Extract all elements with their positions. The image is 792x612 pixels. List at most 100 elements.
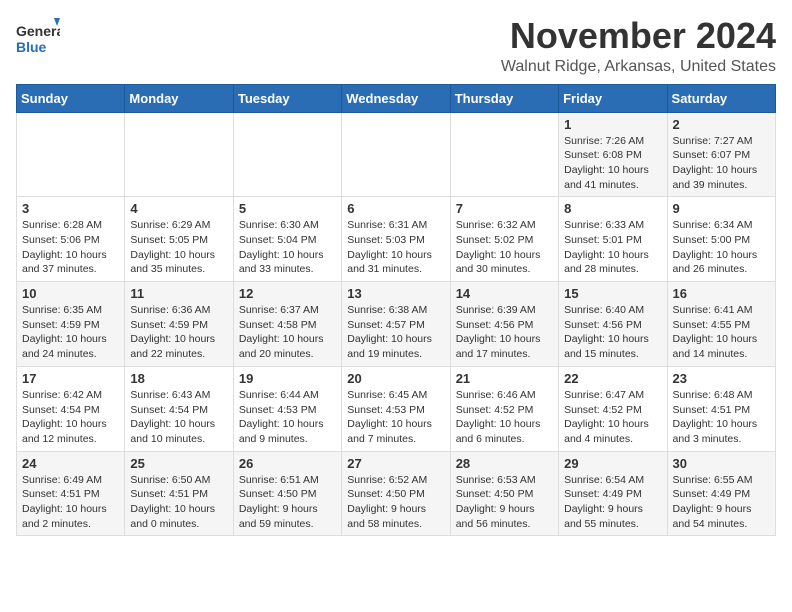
day-number: 23 [673,371,770,386]
day-number: 16 [673,286,770,301]
weekday-header-sunday: Sunday [17,84,125,112]
day-info: Sunrise: 6:54 AM Sunset: 4:49 PM Dayligh… [564,473,661,532]
day-number: 10 [22,286,119,301]
day-cell: 12Sunrise: 6:37 AM Sunset: 4:58 PM Dayli… [233,282,341,367]
day-number: 4 [130,201,227,216]
day-cell: 10 Sunrise: 6:35 AM Sunset: 4:59 PM Dayli… [17,282,125,367]
day-number: 11 [130,286,227,301]
day-number: 22 [564,371,661,386]
day-number: 17 [22,371,119,386]
day-cell: 8Sunrise: 6:33 AM Sunset: 5:01 PM Daylig… [559,197,667,282]
day-number: 15 [564,286,661,301]
day-info: Sunrise: 6:44 AM Sunset: 4:53 PM Dayligh… [239,388,336,447]
day-cell: 17 Sunrise: 6:42 AM Sunset: 4:54 PM Dayli… [17,366,125,451]
day-number: 9 [673,201,770,216]
weekday-header-monday: Monday [125,84,233,112]
weekday-header-tuesday: Tuesday [233,84,341,112]
calendar-table: SundayMondayTuesdayWednesdayThursdayFrid… [16,84,776,537]
day-cell: 4 Sunrise: 6:29 AM Sunset: 5:05 PM Daylig… [125,197,233,282]
day-info: Sunrise: 6:46 AM Sunset: 4:52 PM Dayligh… [456,388,553,447]
day-info: Sunrise: 6:40 AM Sunset: 4:56 PM Dayligh… [564,303,661,362]
day-cell: 15 Sunrise: 6:40 AM Sunset: 4:56 PM Dayli… [559,282,667,367]
logo: General Blue [16,16,60,60]
day-cell: 28 Sunrise: 6:53 AM Sunset: 4:50 PM Dayli… [450,451,558,536]
weekday-header-row: SundayMondayTuesdayWednesdayThursdayFrid… [17,84,776,112]
day-number: 21 [456,371,553,386]
day-cell: 11Sunrise: 6:36 AM Sunset: 4:59 PM Dayli… [125,282,233,367]
day-number: 28 [456,456,553,471]
month-title: November 2024 [501,16,776,56]
day-cell: 5Sunrise: 6:30 AM Sunset: 5:04 PM Daylig… [233,197,341,282]
day-cell [17,112,125,197]
day-info: Sunrise: 6:38 AM Sunset: 4:57 PM Dayligh… [347,303,444,362]
day-info: Sunrise: 6:51 AM Sunset: 4:50 PM Dayligh… [239,473,336,532]
week-row-2: 3 Sunrise: 6:28 AM Sunset: 5:06 PM Daylig… [17,197,776,282]
day-number: 1 [564,117,661,132]
day-info: Sunrise: 6:31 AM Sunset: 5:03 PM Dayligh… [347,218,444,277]
day-cell: 18 Sunrise: 6:43 AM Sunset: 4:54 PM Dayli… [125,366,233,451]
day-cell: 20 Sunrise: 6:45 AM Sunset: 4:53 PM Dayli… [342,366,450,451]
day-info: Sunrise: 6:49 AM Sunset: 4:51 PM Dayligh… [22,473,119,532]
day-info: Sunrise: 7:26 AM Sunset: 6:08 PM Dayligh… [564,134,661,193]
day-cell: 3 Sunrise: 6:28 AM Sunset: 5:06 PM Daylig… [17,197,125,282]
day-cell: 21 Sunrise: 6:46 AM Sunset: 4:52 PM Dayli… [450,366,558,451]
day-cell: 24 Sunrise: 6:49 AM Sunset: 4:51 PM Dayli… [17,451,125,536]
day-info: Sunrise: 6:45 AM Sunset: 4:53 PM Dayligh… [347,388,444,447]
day-number: 20 [347,371,444,386]
day-number: 24 [22,456,119,471]
day-info: Sunrise: 6:29 AM Sunset: 5:05 PM Dayligh… [130,218,227,277]
day-info: Sunrise: 6:30 AM Sunset: 5:04 PM Dayligh… [239,218,336,277]
day-info: Sunrise: 6:42 AM Sunset: 4:54 PM Dayligh… [22,388,119,447]
day-info: Sunrise: 6:34 AM Sunset: 5:00 PM Dayligh… [673,218,770,277]
week-row-5: 24 Sunrise: 6:49 AM Sunset: 4:51 PM Dayli… [17,451,776,536]
svg-text:General: General [16,23,60,39]
day-info: Sunrise: 6:35 AM Sunset: 4:59 PM Dayligh… [22,303,119,362]
title-block: November 2024 Walnut Ridge, Arkansas, Un… [501,16,776,76]
day-number: 26 [239,456,336,471]
day-number: 27 [347,456,444,471]
day-cell: 6 Sunrise: 6:31 AM Sunset: 5:03 PM Daylig… [342,197,450,282]
day-cell: 16 Sunrise: 6:41 AM Sunset: 4:55 PM Dayli… [667,282,775,367]
day-cell [342,112,450,197]
day-cell: 22 Sunrise: 6:47 AM Sunset: 4:52 PM Dayli… [559,366,667,451]
day-cell: 9 Sunrise: 6:34 AM Sunset: 5:00 PM Daylig… [667,197,775,282]
weekday-header-saturday: Saturday [667,84,775,112]
day-info: Sunrise: 6:33 AM Sunset: 5:01 PM Dayligh… [564,218,661,277]
day-info: Sunrise: 6:37 AM Sunset: 4:58 PM Dayligh… [239,303,336,362]
day-cell: 1 Sunrise: 7:26 AM Sunset: 6:08 PM Daylig… [559,112,667,197]
day-cell: 23Sunrise: 6:48 AM Sunset: 4:51 PM Dayli… [667,366,775,451]
day-info: Sunrise: 6:41 AM Sunset: 4:55 PM Dayligh… [673,303,770,362]
day-cell: 14 Sunrise: 6:39 AM Sunset: 4:56 PM Dayli… [450,282,558,367]
svg-text:Blue: Blue [16,39,47,55]
day-number: 2 [673,117,770,132]
day-info: Sunrise: 6:28 AM Sunset: 5:06 PM Dayligh… [22,218,119,277]
day-cell: 30 Sunrise: 6:55 AM Sunset: 4:49 PM Dayli… [667,451,775,536]
day-info: Sunrise: 6:53 AM Sunset: 4:50 PM Dayligh… [456,473,553,532]
weekday-header-friday: Friday [559,84,667,112]
day-number: 6 [347,201,444,216]
day-cell: 7 Sunrise: 6:32 AM Sunset: 5:02 PM Daylig… [450,197,558,282]
location-title: Walnut Ridge, Arkansas, United States [501,58,776,76]
day-number: 14 [456,286,553,301]
day-number: 25 [130,456,227,471]
day-info: Sunrise: 6:47 AM Sunset: 4:52 PM Dayligh… [564,388,661,447]
day-info: Sunrise: 6:43 AM Sunset: 4:54 PM Dayligh… [130,388,227,447]
day-cell: 27Sunrise: 6:52 AM Sunset: 4:50 PM Dayli… [342,451,450,536]
day-number: 18 [130,371,227,386]
day-number: 3 [22,201,119,216]
week-row-3: 10 Sunrise: 6:35 AM Sunset: 4:59 PM Dayli… [17,282,776,367]
day-number: 13 [347,286,444,301]
day-info: Sunrise: 6:55 AM Sunset: 4:49 PM Dayligh… [673,473,770,532]
weekday-header-thursday: Thursday [450,84,558,112]
day-info: Sunrise: 6:39 AM Sunset: 4:56 PM Dayligh… [456,303,553,362]
day-number: 30 [673,456,770,471]
day-cell [233,112,341,197]
day-number: 19 [239,371,336,386]
day-cell: 25Sunrise: 6:50 AM Sunset: 4:51 PM Dayli… [125,451,233,536]
day-number: 29 [564,456,661,471]
logo-svg: General Blue [16,16,60,60]
day-cell: 29 Sunrise: 6:54 AM Sunset: 4:49 PM Dayli… [559,451,667,536]
day-number: 7 [456,201,553,216]
week-row-4: 17 Sunrise: 6:42 AM Sunset: 4:54 PM Dayli… [17,366,776,451]
day-info: Sunrise: 6:32 AM Sunset: 5:02 PM Dayligh… [456,218,553,277]
